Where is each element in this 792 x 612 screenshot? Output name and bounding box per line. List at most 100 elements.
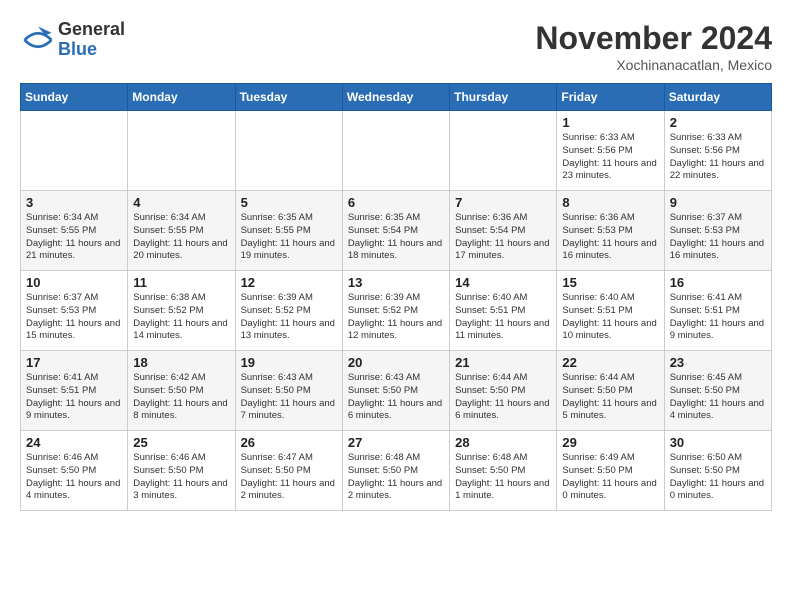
day-number: 29 <box>562 435 658 450</box>
day-info: Sunrise: 6:50 AM Sunset: 5:50 PM Dayligh… <box>670 452 766 503</box>
calendar-cell: 6Sunrise: 6:35 AM Sunset: 5:54 PM Daylig… <box>342 191 449 271</box>
day-info: Sunrise: 6:33 AM Sunset: 5:56 PM Dayligh… <box>562 132 658 183</box>
day-number: 28 <box>455 435 551 450</box>
calendar-cell: 24Sunrise: 6:46 AM Sunset: 5:50 PM Dayli… <box>21 431 128 511</box>
day-number: 18 <box>133 355 229 370</box>
calendar-cell: 8 Sunrise: 6:36 AM Sunset: 5:53 PM Daylig… <box>557 191 664 271</box>
calendar-week-row: 3 Sunrise: 6:34 AM Sunset: 5:55 PM Daylig… <box>21 191 772 271</box>
day-info: Sunrise: 6:34 AM Sunset: 5:55 PM Dayligh… <box>133 212 229 263</box>
day-number: 12 <box>241 275 337 290</box>
calendar-cell: 9 Sunrise: 6:37 AM Sunset: 5:53 PM Daylig… <box>664 191 771 271</box>
day-info: Sunrise: 6:48 AM Sunset: 5:50 PM Dayligh… <box>455 452 551 503</box>
location: Xochinanacatlan, Mexico <box>535 57 772 73</box>
day-info: Sunrise: 6:38 AM Sunset: 5:52 PM Dayligh… <box>133 292 229 343</box>
calendar-cell: 19Sunrise: 6:43 AM Sunset: 5:50 PM Dayli… <box>235 351 342 431</box>
day-number: 16 <box>670 275 766 290</box>
calendar-cell <box>128 111 235 191</box>
logo-icon <box>20 22 56 58</box>
day-number: 6 <box>348 195 444 210</box>
day-info: Sunrise: 6:44 AM Sunset: 5:50 PM Dayligh… <box>455 372 551 423</box>
logo-line2: Blue <box>58 40 125 60</box>
day-number: 13 <box>348 275 444 290</box>
calendar-week-row: 1Sunrise: 6:33 AM Sunset: 5:56 PM Daylig… <box>21 111 772 191</box>
day-info: Sunrise: 6:39 AM Sunset: 5:52 PM Dayligh… <box>241 292 337 343</box>
day-number: 3 <box>26 195 122 210</box>
weekday-header: Monday <box>128 84 235 111</box>
calendar-cell <box>21 111 128 191</box>
day-number: 4 <box>133 195 229 210</box>
calendar-cell: 28 Sunrise: 6:48 AM Sunset: 5:50 PM Dayli… <box>450 431 557 511</box>
day-info: Sunrise: 6:41 AM Sunset: 5:51 PM Dayligh… <box>26 372 122 423</box>
day-info: Sunrise: 6:43 AM Sunset: 5:50 PM Dayligh… <box>348 372 444 423</box>
day-number: 7 <box>455 195 551 210</box>
weekday-header-row: SundayMondayTuesdayWednesdayThursdayFrid… <box>21 84 772 111</box>
calendar-week-row: 10 Sunrise: 6:37 AM Sunset: 5:53 PM Dayli… <box>21 271 772 351</box>
calendar-cell: 27Sunrise: 6:48 AM Sunset: 5:50 PM Dayli… <box>342 431 449 511</box>
calendar-cell: 21 Sunrise: 6:44 AM Sunset: 5:50 PM Dayli… <box>450 351 557 431</box>
day-info: Sunrise: 6:33 AM Sunset: 5:56 PM Dayligh… <box>670 132 766 183</box>
day-info: Sunrise: 6:48 AM Sunset: 5:50 PM Dayligh… <box>348 452 444 503</box>
calendar-cell: 10 Sunrise: 6:37 AM Sunset: 5:53 PM Dayli… <box>21 271 128 351</box>
day-number: 26 <box>241 435 337 450</box>
day-info: Sunrise: 6:42 AM Sunset: 5:50 PM Dayligh… <box>133 372 229 423</box>
calendar-cell: 29 Sunrise: 6:49 AM Sunset: 5:50 PM Dayli… <box>557 431 664 511</box>
day-number: 30 <box>670 435 766 450</box>
day-info: Sunrise: 6:49 AM Sunset: 5:50 PM Dayligh… <box>562 452 658 503</box>
title-block: November 2024 Xochinanacatlan, Mexico <box>535 20 772 73</box>
day-info: Sunrise: 6:36 AM Sunset: 5:54 PM Dayligh… <box>455 212 551 263</box>
calendar-cell: 11 Sunrise: 6:38 AM Sunset: 5:52 PM Dayli… <box>128 271 235 351</box>
day-info: Sunrise: 6:35 AM Sunset: 5:55 PM Dayligh… <box>241 212 337 263</box>
day-info: Sunrise: 6:37 AM Sunset: 5:53 PM Dayligh… <box>670 212 766 263</box>
day-info: Sunrise: 6:41 AM Sunset: 5:51 PM Dayligh… <box>670 292 766 343</box>
logo-line1: General <box>58 20 125 40</box>
day-number: 23 <box>670 355 766 370</box>
month-title: November 2024 <box>535 20 772 57</box>
calendar-cell: 30 Sunrise: 6:50 AM Sunset: 5:50 PM Dayli… <box>664 431 771 511</box>
day-info: Sunrise: 6:46 AM Sunset: 5:50 PM Dayligh… <box>133 452 229 503</box>
day-info: Sunrise: 6:34 AM Sunset: 5:55 PM Dayligh… <box>26 212 122 263</box>
calendar-cell: 22 Sunrise: 6:44 AM Sunset: 5:50 PM Dayli… <box>557 351 664 431</box>
day-number: 14 <box>455 275 551 290</box>
weekday-header: Wednesday <box>342 84 449 111</box>
day-info: Sunrise: 6:45 AM Sunset: 5:50 PM Dayligh… <box>670 372 766 423</box>
day-number: 5 <box>241 195 337 210</box>
day-number: 15 <box>562 275 658 290</box>
day-info: Sunrise: 6:40 AM Sunset: 5:51 PM Dayligh… <box>562 292 658 343</box>
calendar-cell: 1Sunrise: 6:33 AM Sunset: 5:56 PM Daylig… <box>557 111 664 191</box>
calendar-cell: 20Sunrise: 6:43 AM Sunset: 5:50 PM Dayli… <box>342 351 449 431</box>
day-info: Sunrise: 6:44 AM Sunset: 5:50 PM Dayligh… <box>562 372 658 423</box>
day-number: 8 <box>562 195 658 210</box>
calendar-cell: 14 Sunrise: 6:40 AM Sunset: 5:51 PM Dayli… <box>450 271 557 351</box>
day-number: 10 <box>26 275 122 290</box>
logo-text: General Blue <box>58 20 125 60</box>
weekday-header: Saturday <box>664 84 771 111</box>
calendar-cell <box>450 111 557 191</box>
day-info: Sunrise: 6:40 AM Sunset: 5:51 PM Dayligh… <box>455 292 551 343</box>
day-number: 24 <box>26 435 122 450</box>
calendar-cell: 3 Sunrise: 6:34 AM Sunset: 5:55 PM Daylig… <box>21 191 128 271</box>
day-info: Sunrise: 6:36 AM Sunset: 5:53 PM Dayligh… <box>562 212 658 263</box>
day-number: 19 <box>241 355 337 370</box>
day-number: 2 <box>670 115 766 130</box>
header: General Blue November 2024 Xochinanacatl… <box>20 20 772 73</box>
day-number: 21 <box>455 355 551 370</box>
calendar-cell: 7 Sunrise: 6:36 AM Sunset: 5:54 PM Daylig… <box>450 191 557 271</box>
day-number: 17 <box>26 355 122 370</box>
day-number: 22 <box>562 355 658 370</box>
logo: General Blue <box>20 20 125 60</box>
weekday-header: Friday <box>557 84 664 111</box>
calendar-cell: 15 Sunrise: 6:40 AM Sunset: 5:51 PM Dayli… <box>557 271 664 351</box>
calendar-cell: 26 Sunrise: 6:47 AM Sunset: 5:50 PM Dayli… <box>235 431 342 511</box>
day-number: 11 <box>133 275 229 290</box>
calendar-cell: 2 Sunrise: 6:33 AM Sunset: 5:56 PM Daylig… <box>664 111 771 191</box>
calendar-cell: 18 Sunrise: 6:42 AM Sunset: 5:50 PM Dayli… <box>128 351 235 431</box>
weekday-header: Thursday <box>450 84 557 111</box>
day-info: Sunrise: 6:37 AM Sunset: 5:53 PM Dayligh… <box>26 292 122 343</box>
day-number: 9 <box>670 195 766 210</box>
calendar-cell: 23 Sunrise: 6:45 AM Sunset: 5:50 PM Dayli… <box>664 351 771 431</box>
calendar-cell: 13 Sunrise: 6:39 AM Sunset: 5:52 PM Dayli… <box>342 271 449 351</box>
day-info: Sunrise: 6:39 AM Sunset: 5:52 PM Dayligh… <box>348 292 444 343</box>
day-info: Sunrise: 6:47 AM Sunset: 5:50 PM Dayligh… <box>241 452 337 503</box>
calendar-week-row: 17 Sunrise: 6:41 AM Sunset: 5:51 PM Dayli… <box>21 351 772 431</box>
calendar-cell: 5 Sunrise: 6:35 AM Sunset: 5:55 PM Daylig… <box>235 191 342 271</box>
